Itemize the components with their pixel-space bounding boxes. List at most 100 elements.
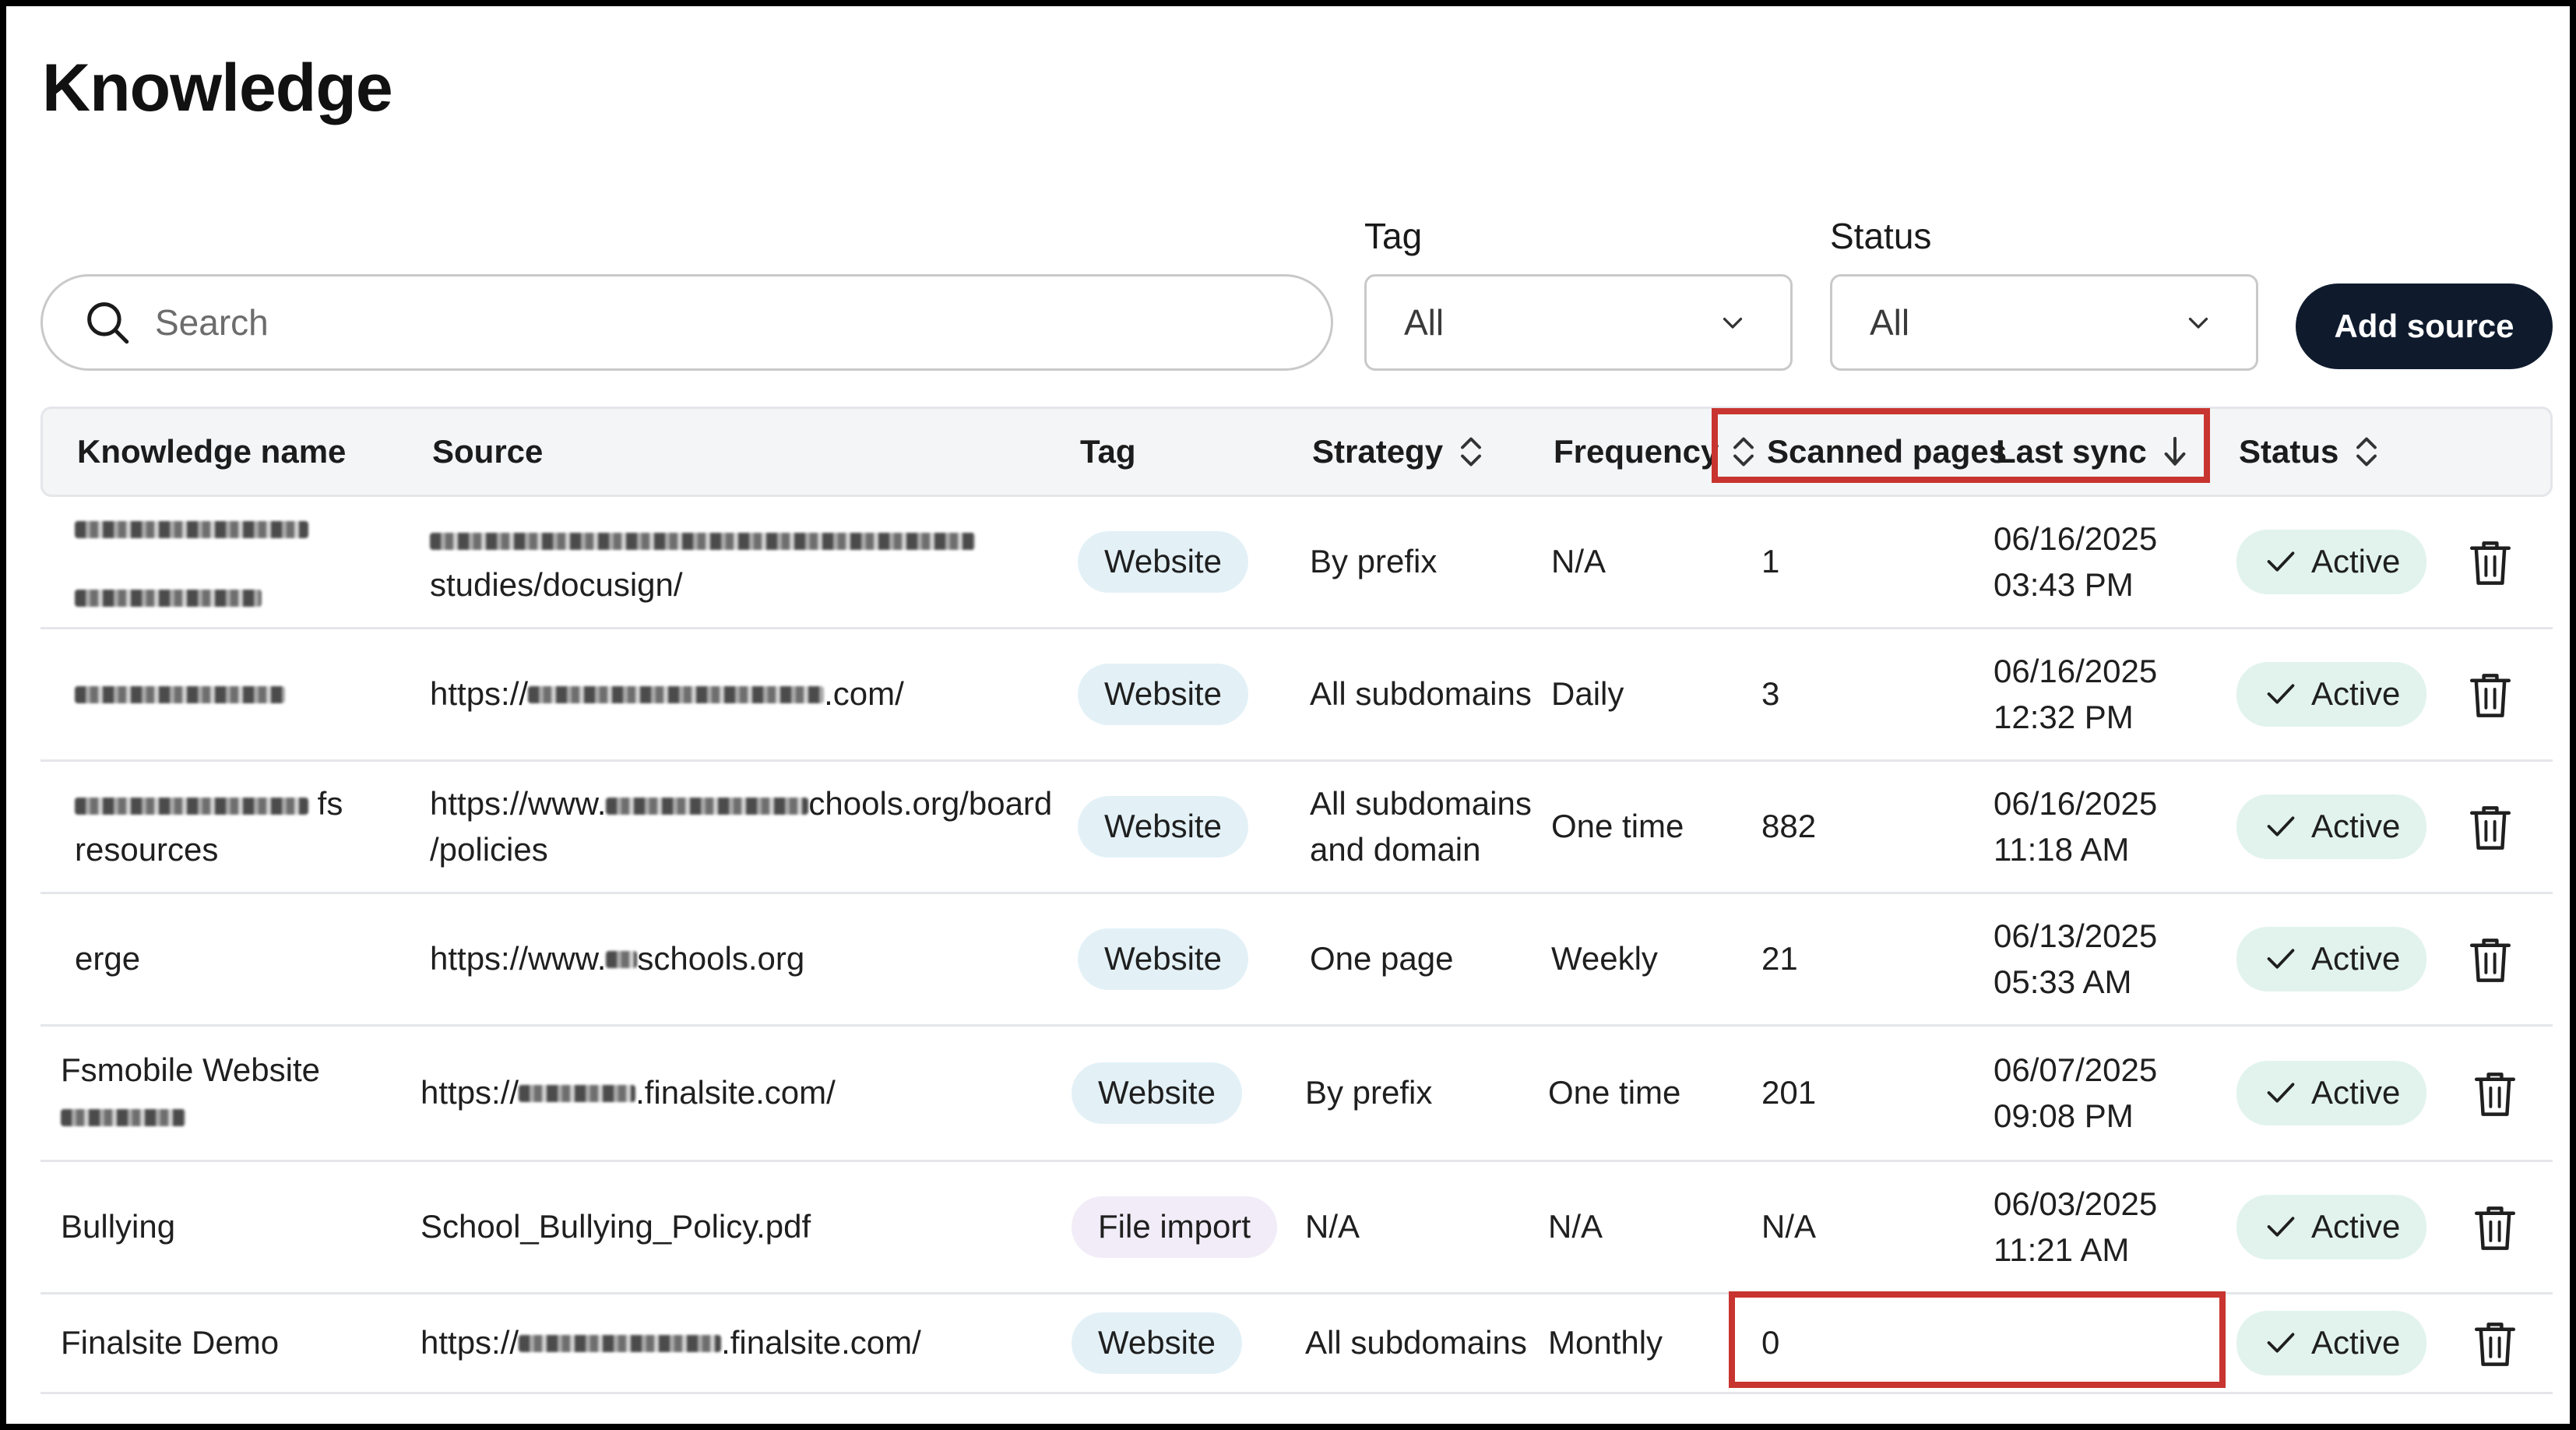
last-sync-time: 11:18 AM — [1994, 830, 2130, 868]
column-header-label: Frequency — [1554, 433, 1719, 470]
search-box[interactable] — [40, 274, 1333, 371]
tag-cell: Website — [1078, 629, 1248, 759]
check-icon — [2267, 551, 2295, 572]
tag-badge: Website — [1078, 928, 1248, 990]
source-text: .com/ — [824, 675, 904, 713]
status-badge: Active — [2236, 662, 2427, 727]
table-row[interactable]: fs resources https://www. chools.org/boar… — [40, 762, 2553, 894]
column-header-label: Source — [432, 433, 544, 470]
search-input[interactable] — [155, 301, 1245, 343]
status-badge: Active — [2236, 794, 2427, 859]
table-row[interactable]: https:// .com/ Website All subdomains Da… — [40, 629, 2553, 762]
last-sync-cell: 06/16/2025 11:18 AM — [1994, 762, 2157, 892]
delete-button[interactable] — [2469, 497, 2512, 627]
source-text: /policies — [430, 830, 548, 868]
source-text: .finalsite.com/ — [721, 1324, 921, 1361]
frequency-cell: Daily — [1551, 675, 1624, 713]
strategy-cell: By prefix — [1310, 543, 1438, 580]
status-badge: Active — [2236, 1195, 2427, 1259]
status-label: Active — [2311, 1324, 2401, 1361]
table-row[interactable]: Finalsite Demo https:// .finalsite.com/ W… — [40, 1294, 2553, 1394]
column-header-frequency[interactable]: Frequency — [1554, 409, 1719, 495]
last-sync-date: 06/16/2025 — [1994, 520, 2158, 557]
tag-cell: Website — [1072, 1294, 1242, 1392]
scanned-pages-cell: 201 — [1761, 1074, 1817, 1111]
delete-button[interactable] — [2473, 1294, 2517, 1392]
check-icon — [2267, 1333, 2295, 1354]
sort-icon[interactable] — [1457, 435, 1485, 469]
trash-icon — [2469, 938, 2511, 982]
strategy-cell: All subdomains — [1305, 1324, 1527, 1361]
source-cell: studies/docusign/ — [430, 497, 975, 627]
add-source-button[interactable]: Add source — [2296, 284, 2553, 369]
source-text: https:// — [421, 1324, 519, 1361]
tag-cell: Website — [1078, 894, 1248, 1024]
delete-button[interactable] — [2473, 1162, 2517, 1292]
last-sync-date: 06/16/2025 — [1994, 652, 2158, 689]
status-badge: Active — [2236, 530, 2427, 594]
delete-button[interactable] — [2473, 1027, 2517, 1160]
last-sync-date: 06/13/2025 — [1994, 917, 2158, 954]
status-cell: Active — [2236, 1294, 2427, 1392]
status-cell: Active — [2236, 629, 2427, 759]
column-header-label: Knowledge name — [77, 433, 347, 470]
status-label: Active — [2311, 543, 2401, 580]
scanned-pages-cell: 1 — [1761, 543, 1780, 580]
column-header-label: Strategy — [1312, 433, 1444, 470]
trash-icon — [2469, 541, 2511, 585]
column-header-strategy[interactable]: Strategy — [1312, 409, 1485, 495]
column-header-knowledge-name[interactable]: Knowledge name — [77, 409, 346, 495]
scanned-pages-cell: 3 — [1761, 675, 1780, 713]
frequency-cell: N/A — [1551, 543, 1606, 580]
last-sync-time: 12:32 PM — [1994, 698, 2134, 735]
knowledge-name-cell: fs resources — [75, 762, 343, 892]
tag-badge: Website — [1072, 1062, 1242, 1124]
tag-select[interactable]: All — [1364, 274, 1793, 371]
tag-cell: Website — [1078, 497, 1248, 627]
knowledge-name-cell: erge — [75, 940, 141, 977]
strategy-cell: All subdomains — [1310, 675, 1532, 713]
column-header-label: Last sync — [1996, 433, 2147, 470]
status-badge: Active — [2236, 1061, 2427, 1125]
frequency-cell: Monthly — [1548, 1324, 1663, 1361]
page-title: Knowledge — [42, 51, 393, 125]
last-sync-date: 06/03/2025 — [1994, 1185, 2158, 1222]
last-sync-cell: 06/13/2025 05:33 AM — [1994, 894, 2157, 1024]
arrow-down-icon — [2164, 436, 2186, 466]
column-header-scanned-pages[interactable]: Scanned pages — [1730, 409, 2007, 495]
column-header-tag[interactable]: Tag — [1080, 409, 1136, 495]
column-header-status[interactable]: Status — [2239, 409, 2381, 495]
knowledge-name-cell — [75, 629, 285, 759]
column-header-source[interactable]: Source — [432, 409, 543, 495]
table-row[interactable]: erge https://www. schools.org Website One… — [40, 894, 2553, 1027]
status-cell: Active — [2236, 497, 2427, 627]
status-label: Active — [2311, 1208, 2401, 1245]
strategy-cell: One page — [1310, 940, 1454, 977]
column-header-last-sync[interactable]: Last sync — [1996, 409, 2189, 495]
trash-icon — [2474, 1206, 2516, 1250]
source-cell: School_Bullying_Policy.pdf — [421, 1208, 811, 1245]
delete-button[interactable] — [2469, 629, 2512, 759]
knowledge-name-cell: Finalsite Demo — [61, 1324, 280, 1361]
sort-icon[interactable] — [2353, 435, 2381, 469]
tag-badge: Website — [1078, 664, 1248, 725]
last-sync-cell: 06/16/2025 12:32 PM — [1994, 629, 2157, 759]
scanned-pages-cell: 0 — [1761, 1324, 1780, 1361]
tag-cell: Website — [1072, 1027, 1242, 1160]
source-text: https:// — [430, 675, 529, 713]
name-text: fs — [317, 784, 343, 822]
delete-button[interactable] — [2469, 762, 2512, 892]
status-select[interactable]: All — [1830, 274, 2258, 371]
table-row[interactable]: studies/docusign/ Website By prefix N/A … — [40, 497, 2553, 629]
frequency-cell: One time — [1551, 808, 1684, 845]
scanned-pages-cell: 21 — [1761, 940, 1798, 977]
source-text: studies/docusign/ — [430, 565, 683, 603]
table-row[interactable]: Bullying School_Bullying_Policy.pdf File… — [40, 1162, 2553, 1294]
chevron-down-icon — [1723, 317, 1743, 329]
check-icon — [2267, 816, 2295, 837]
sort-icon[interactable] — [1730, 435, 1758, 469]
delete-button[interactable] — [2469, 894, 2512, 1024]
status-label: Active — [2311, 1074, 2401, 1111]
column-header-label: Tag — [1080, 433, 1136, 470]
table-row[interactable]: Fsmobile Website https:// .finalsite.com/… — [40, 1027, 2553, 1162]
